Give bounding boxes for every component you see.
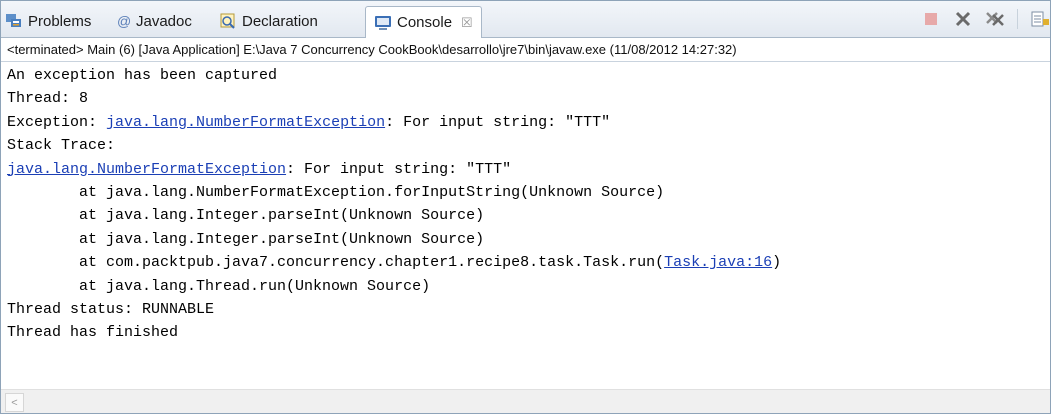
console-line: at java.lang.Integer.parseInt(Unknown So… — [1, 204, 1050, 227]
problems-icon — [5, 12, 23, 30]
console-text: : For input string: "TTT" — [385, 113, 611, 131]
console-text: : For input string: "TTT" — [286, 160, 512, 178]
console-line: at java.lang.Integer.parseInt(Unknown So… — [1, 228, 1050, 251]
console-view: Problems @ Javadoc Declaration Console ☒… — [0, 0, 1051, 414]
tab-javadoc-label: Javadoc — [136, 12, 192, 30]
console-text: at com.packtpub.java7.concurrency.chapte… — [7, 254, 665, 272]
console-line: Exception: java.lang.NumberFormatExcepti… — [1, 111, 1050, 134]
console-text: Thread status: RUNNABLE — [7, 300, 215, 318]
launch-status-label: <terminated> Main (6) [Java Application]… — [1, 38, 1050, 62]
console-line: java.lang.NumberFormatException: For inp… — [1, 158, 1050, 181]
tab-declaration[interactable]: Declaration — [219, 6, 318, 36]
scroll-left-icon[interactable]: < — [5, 393, 24, 412]
toolbar-separator — [1017, 9, 1018, 29]
console-toolbar — [921, 8, 1050, 30]
console-line: Thread: 8 — [1, 87, 1050, 110]
console-text: at java.lang.Integer.parseInt(Unknown So… — [7, 230, 485, 248]
tab-javadoc[interactable]: @ Javadoc — [116, 6, 192, 36]
close-icon[interactable]: ☒ — [461, 15, 473, 31]
console-text: An exception has been captured — [7, 67, 278, 84]
console-text: at java.lang.Thread.run(Unknown Source) — [7, 277, 431, 295]
tab-console[interactable]: Console ☒ — [365, 6, 482, 38]
console-line: at java.lang.NumberFormatException.forIn… — [1, 181, 1050, 204]
console-line: An exception has been captured — [1, 64, 1050, 87]
tab-console-label: Console — [397, 14, 453, 31]
console-line: Thread has finished — [1, 321, 1050, 344]
console-output[interactable]: An exception has been captured Thread: 8 E… — [1, 64, 1050, 387]
terminate-icon[interactable] — [921, 9, 941, 29]
stack-trace-link[interactable]: java.lang.NumberFormatException — [7, 161, 286, 178]
tab-problems-label: Problems — [28, 12, 92, 30]
javadoc-icon: @ — [116, 12, 131, 30]
console-icon — [374, 14, 392, 32]
tab-problems[interactable]: Problems — [5, 6, 91, 36]
console-text: Stack Trace: — [7, 137, 116, 155]
console-line: Stack Trace: — [1, 134, 1050, 157]
console-line: at com.packtpub.java7.concurrency.chapte… — [1, 251, 1050, 274]
view-tab-bar: Problems @ Javadoc Declaration Console ☒ — [1, 1, 1050, 38]
console-text: Thread: 8 — [7, 90, 89, 108]
remove-all-terminated-icon[interactable] — [985, 9, 1005, 29]
stack-trace-link[interactable]: Task.java:16 — [664, 254, 772, 271]
tab-declaration-label: Declaration — [242, 12, 318, 30]
console-text: at java.lang.Integer.parseInt(Unknown So… — [7, 207, 485, 225]
horizontal-scrollbar[interactable]: < — [1, 389, 1050, 413]
stack-trace-link[interactable]: java.lang.NumberFormatException — [106, 114, 385, 131]
console-text: ) — [772, 254, 782, 272]
scroll-lock-icon[interactable] — [1030, 9, 1050, 29]
console-line: Thread status: RUNNABLE — [1, 298, 1050, 321]
console-line: at java.lang.Thread.run(Unknown Source) — [1, 275, 1050, 298]
svg-text:@: @ — [117, 13, 130, 29]
console-text: at java.lang.NumberFormatException.forIn… — [7, 183, 665, 201]
remove-launch-icon[interactable] — [953, 9, 973, 29]
declaration-icon — [219, 12, 237, 30]
console-text: Exception: — [7, 113, 107, 131]
console-text: Thread has finished — [7, 324, 179, 342]
